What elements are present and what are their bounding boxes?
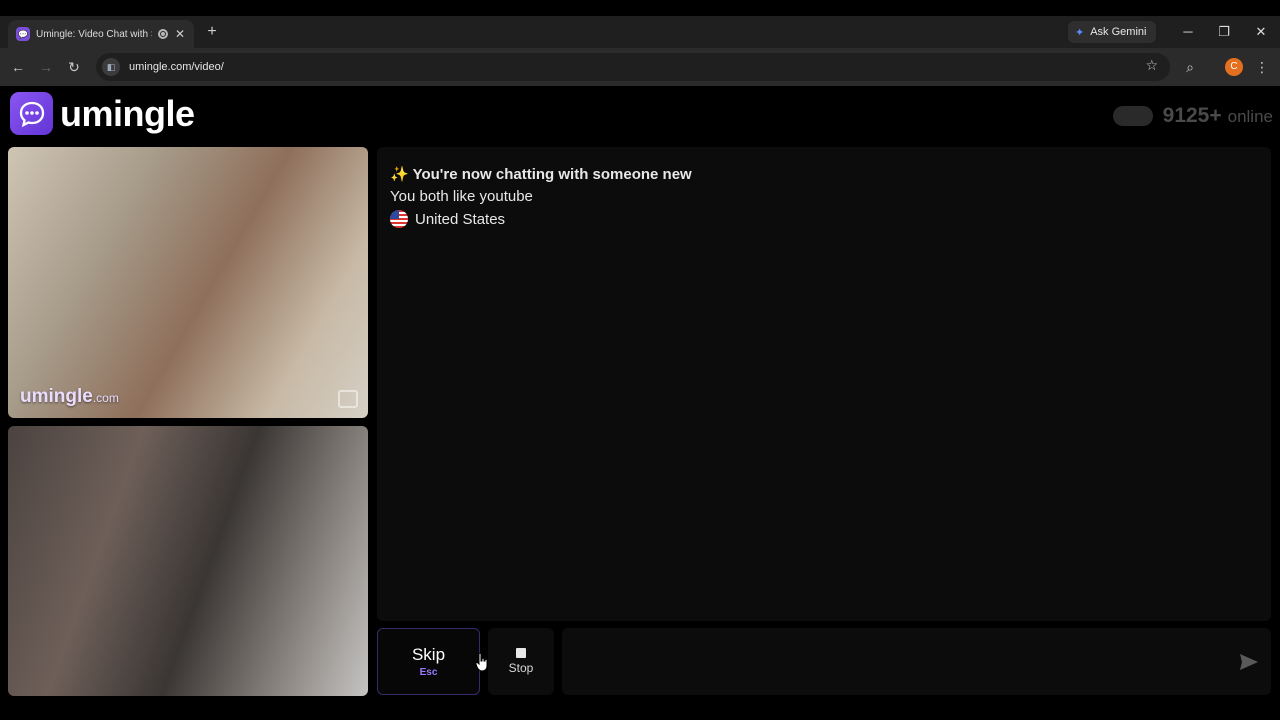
watermark-main: umingle bbox=[20, 386, 93, 407]
self-video bbox=[8, 426, 368, 696]
new-tab-button[interactable]: + bbox=[202, 22, 222, 42]
recording-indicator-icon bbox=[158, 29, 168, 39]
mouse-cursor-icon bbox=[475, 652, 488, 672]
online-indicator: 9125+ online bbox=[1112, 104, 1273, 128]
tab-title: Umingle: Video Chat with St bbox=[36, 28, 152, 40]
browser-top-edge bbox=[0, 0, 1280, 16]
url-text: umingle.com/video/ bbox=[129, 61, 224, 73]
close-window-icon[interactable]: ✕ bbox=[1250, 22, 1272, 42]
system-message-interests: You both like youtube bbox=[390, 188, 533, 205]
stranger-video: umingle.com bbox=[8, 147, 368, 418]
video-watermark: umingle.com bbox=[20, 386, 119, 408]
browser-menu-icon[interactable]: ⋮ bbox=[1252, 57, 1272, 77]
skip-button[interactable]: Skip Esc bbox=[377, 628, 480, 695]
close-tab-icon[interactable]: ✕ bbox=[174, 27, 186, 41]
chat-bubble-icon bbox=[10, 92, 53, 135]
stop-icon bbox=[516, 648, 526, 658]
theme-toggle[interactable] bbox=[1112, 106, 1153, 126]
skip-label: Skip bbox=[411, 645, 446, 664]
message-input[interactable] bbox=[562, 628, 1271, 695]
online-label: online bbox=[1227, 107, 1273, 126]
page: umingle 9125+ online umingle.com ✨ You'r… bbox=[0, 86, 1280, 720]
us-flag-icon bbox=[390, 210, 408, 228]
navigation-bar: ← → ↻ ◧ umingle.com/video/ ☆ ⌕ C ⋮ bbox=[0, 48, 1280, 86]
reload-icon[interactable]: ↻ bbox=[64, 57, 84, 77]
bookmark-star-icon[interactable]: ☆ bbox=[1145, 57, 1158, 74]
stop-label: Stop bbox=[508, 661, 534, 675]
profile-avatar[interactable]: C bbox=[1225, 58, 1243, 76]
browser-chrome: 💬 Umingle: Video Chat with St ✕ + ✦ Ask … bbox=[0, 0, 1280, 86]
browser-tab[interactable]: 💬 Umingle: Video Chat with St ✕ bbox=[8, 20, 194, 48]
system-message-country: United States bbox=[390, 210, 505, 228]
send-icon[interactable] bbox=[1238, 652, 1260, 672]
stop-button[interactable]: Stop bbox=[488, 628, 554, 695]
report-flag-icon[interactable] bbox=[338, 390, 358, 408]
ask-gemini-button[interactable]: ✦ Ask Gemini bbox=[1068, 21, 1156, 43]
restore-icon[interactable]: ❐ bbox=[1213, 22, 1235, 42]
chat-messages-panel: ✨ You're now chatting with someone new Y… bbox=[377, 147, 1271, 621]
country-label: United States bbox=[415, 210, 506, 228]
skip-shortcut-label: Esc bbox=[419, 667, 438, 678]
tab-strip: 💬 Umingle: Video Chat with St ✕ + ✦ Ask … bbox=[0, 16, 1280, 48]
watermark-suffix: .com bbox=[92, 391, 119, 405]
logo-text: umingle bbox=[60, 92, 195, 134]
forward-icon[interactable]: → bbox=[36, 57, 56, 77]
screen-search-icon[interactable]: ⌕ bbox=[1180, 57, 1200, 77]
site-info-icon[interactable]: ◧ bbox=[102, 58, 120, 76]
system-message-new-chat: ✨ You're now chatting with someone new bbox=[390, 166, 692, 183]
minimize-icon[interactable]: ─ bbox=[1177, 22, 1199, 42]
gemini-icon: ✦ bbox=[1075, 26, 1085, 39]
tab-favicon-icon: 💬 bbox=[16, 27, 30, 41]
site-logo[interactable]: umingle bbox=[10, 92, 195, 135]
online-count: 9125+ bbox=[1162, 104, 1222, 127]
ask-gemini-label: Ask Gemini bbox=[1090, 26, 1147, 38]
back-icon[interactable]: ← bbox=[8, 57, 28, 77]
address-bar[interactable]: ◧ umingle.com/video/ ☆ bbox=[96, 53, 1170, 81]
